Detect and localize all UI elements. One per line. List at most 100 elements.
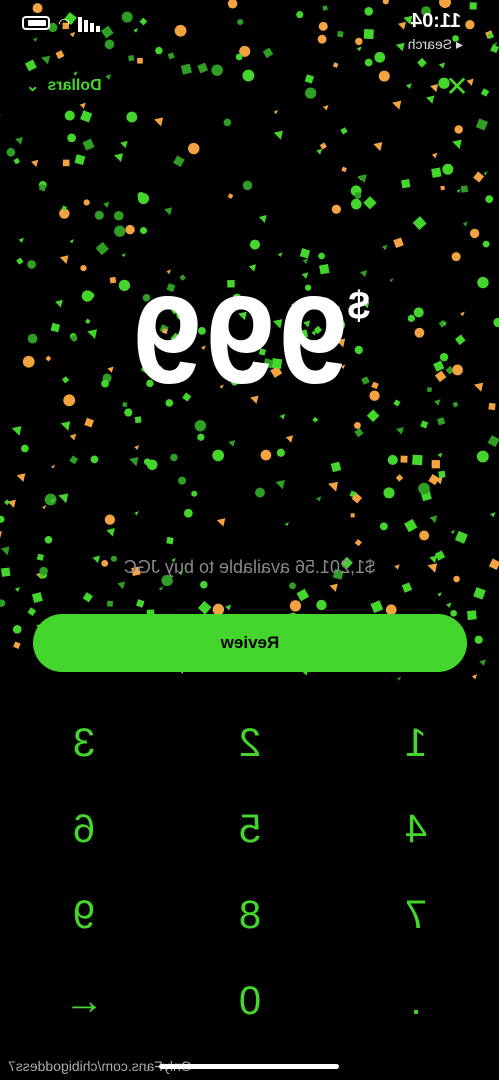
confetti-piece	[474, 635, 483, 644]
confetti-piece	[13, 157, 21, 165]
confetti-piece	[258, 214, 267, 223]
confetti-piece	[135, 599, 145, 608]
confetti-piece	[126, 111, 138, 123]
confetti-piece	[340, 127, 348, 135]
confetti-piece	[393, 237, 404, 249]
confetti-piece	[191, 490, 198, 497]
confetti-piece	[273, 130, 283, 140]
status-bar: 11:04 ◂ Search ◠	[0, 8, 499, 52]
confetti-piece	[62, 159, 70, 167]
confetti-piece	[296, 588, 310, 602]
close-icon[interactable]: ✕	[443, 70, 471, 103]
confetti-piece	[446, 602, 452, 608]
confetti-piece	[31, 592, 43, 604]
confetti-piece	[134, 511, 139, 516]
home-indicator	[159, 1064, 339, 1069]
confetti-piece	[173, 155, 185, 168]
key-1[interactable]: 1	[333, 700, 499, 786]
confetti-piece	[471, 674, 478, 680]
confetti-piece	[0, 515, 5, 523]
confetti-piece	[197, 600, 212, 615]
confetti-piece	[273, 109, 279, 115]
mirrored-screen: 11:04 ◂ Search ◠ ✕ Dollars ⌄ $999 $1,201…	[0, 0, 499, 1080]
confetti-piece	[51, 464, 56, 469]
confetti-piece	[454, 125, 463, 134]
confetti-piece	[490, 512, 496, 518]
confetti-piece	[452, 139, 462, 150]
key-decimal[interactable]: .	[333, 958, 499, 1044]
confetti-piece	[349, 490, 357, 498]
key-9[interactable]: 9	[1, 872, 167, 958]
confetti-piece	[113, 210, 124, 221]
confetti-piece	[106, 528, 115, 537]
confetti-piece	[329, 583, 338, 592]
confetti-piece	[466, 610, 477, 621]
key-3[interactable]: 3	[1, 700, 167, 786]
confetti-piece	[440, 185, 446, 191]
confetti-piece	[158, 586, 164, 591]
confetti-piece	[239, 45, 251, 57]
confetti-piece	[279, 413, 286, 420]
confetti-piece	[114, 225, 126, 237]
confetti-piece	[442, 163, 454, 175]
confetti-piece	[95, 241, 109, 256]
back-to-search-link[interactable]: ◂ Search	[408, 36, 463, 53]
confetti-piece	[249, 239, 261, 250]
confetti-piece	[428, 474, 440, 486]
confetti-piece	[164, 207, 173, 216]
confetti-piece	[400, 455, 408, 463]
confetti-piece	[143, 458, 151, 466]
confetti-piece	[451, 252, 461, 262]
confetti-piece	[125, 224, 135, 235]
confetti-piece	[383, 487, 395, 499]
review-button[interactable]: Review	[33, 614, 467, 672]
confetti-piece	[166, 536, 174, 545]
confetti-piece	[120, 140, 128, 149]
confetti-piece	[44, 535, 53, 544]
confetti-piece	[381, 244, 388, 251]
backspace-icon[interactable]: ←	[1, 958, 167, 1044]
confetti-piece	[18, 237, 24, 243]
confetti-piece	[27, 607, 37, 617]
confetti-piece	[114, 153, 123, 163]
confetti-piece	[61, 205, 68, 211]
key-6[interactable]: 6	[1, 786, 167, 872]
confetti-piece	[353, 421, 361, 429]
confetti-piece	[82, 592, 93, 603]
confetti-piece	[387, 454, 398, 465]
key-2[interactable]: 2	[167, 700, 333, 786]
key-5[interactable]: 5	[167, 786, 333, 872]
confetti-piece	[316, 599, 327, 611]
confetti-piece	[331, 204, 341, 214]
confetti-piece	[316, 496, 322, 502]
confetti-piece	[289, 582, 296, 590]
confetti-piece	[450, 609, 457, 617]
confetti-piece	[419, 530, 430, 541]
key-8[interactable]: 8	[167, 872, 333, 958]
confetti-piece	[476, 590, 483, 596]
confetti-piece	[475, 118, 489, 131]
key-7[interactable]: 7	[333, 872, 499, 958]
confetti-piece	[354, 192, 362, 199]
confetti-piece	[330, 461, 342, 473]
confetti-piece	[462, 221, 468, 227]
confetti-piece	[420, 420, 429, 429]
confetti-piece	[155, 46, 163, 55]
confetti-piece	[103, 201, 110, 208]
key-4[interactable]: 4	[333, 786, 499, 872]
confetti-piece	[117, 581, 126, 590]
confetti-piece	[341, 166, 347, 173]
confetti-piece	[328, 481, 339, 492]
currency-selector[interactable]: Dollars ⌄	[26, 76, 102, 96]
confetti-piece	[316, 148, 323, 155]
confetti-piece	[200, 580, 208, 589]
confetti-piece	[412, 216, 427, 231]
confetti-piece	[104, 39, 115, 50]
amount-display: $999	[0, 270, 499, 412]
key-0[interactable]: 0	[167, 958, 333, 1044]
confetti-piece	[435, 477, 443, 485]
confetti-piece	[350, 198, 362, 210]
confetti-piece	[490, 44, 499, 54]
confetti-piece	[379, 522, 388, 531]
confetti-piece	[357, 174, 367, 184]
